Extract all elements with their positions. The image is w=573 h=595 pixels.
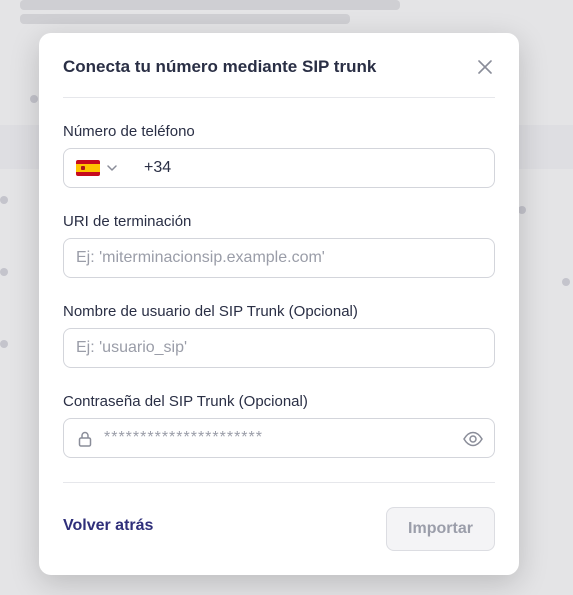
background-dot xyxy=(0,196,8,204)
country-selector[interactable] xyxy=(76,158,118,178)
phone-field[interactable]: +34 xyxy=(63,148,495,188)
spain-flag-icon xyxy=(76,160,100,176)
chevron-down-icon xyxy=(107,165,117,171)
import-button[interactable]: Importar xyxy=(386,507,495,551)
password-input[interactable] xyxy=(64,419,494,457)
uri-field xyxy=(63,238,495,278)
footer-divider xyxy=(63,482,495,483)
background-dot xyxy=(0,340,8,348)
phone-dial-code[interactable]: +34 xyxy=(144,149,171,187)
eye-icon[interactable] xyxy=(462,428,484,450)
sip-trunk-dialog: Conecta tu número mediante SIP trunk Núm… xyxy=(39,33,519,575)
password-label: Contraseña del SIP Trunk (Opcional) xyxy=(63,393,308,410)
uri-label: URI de terminación xyxy=(63,213,192,230)
uri-input[interactable] xyxy=(64,239,494,277)
background-text-line xyxy=(20,0,400,10)
header-divider xyxy=(63,97,495,98)
username-field xyxy=(63,328,495,368)
password-field xyxy=(63,418,495,458)
username-input[interactable] xyxy=(64,329,494,367)
dialog-title: Conecta tu número mediante SIP trunk xyxy=(63,57,377,76)
background-dot xyxy=(562,278,570,286)
back-button[interactable]: Volver atrás xyxy=(63,517,153,535)
close-icon xyxy=(478,60,492,74)
background-dot xyxy=(0,268,8,276)
username-label: Nombre de usuario del SIP Trunk (Opciona… xyxy=(63,303,358,320)
phone-label: Número de teléfono xyxy=(63,123,195,140)
background-dot xyxy=(30,95,38,103)
background-dot xyxy=(518,206,526,214)
background-text-line xyxy=(20,14,350,24)
close-button[interactable] xyxy=(475,57,495,77)
